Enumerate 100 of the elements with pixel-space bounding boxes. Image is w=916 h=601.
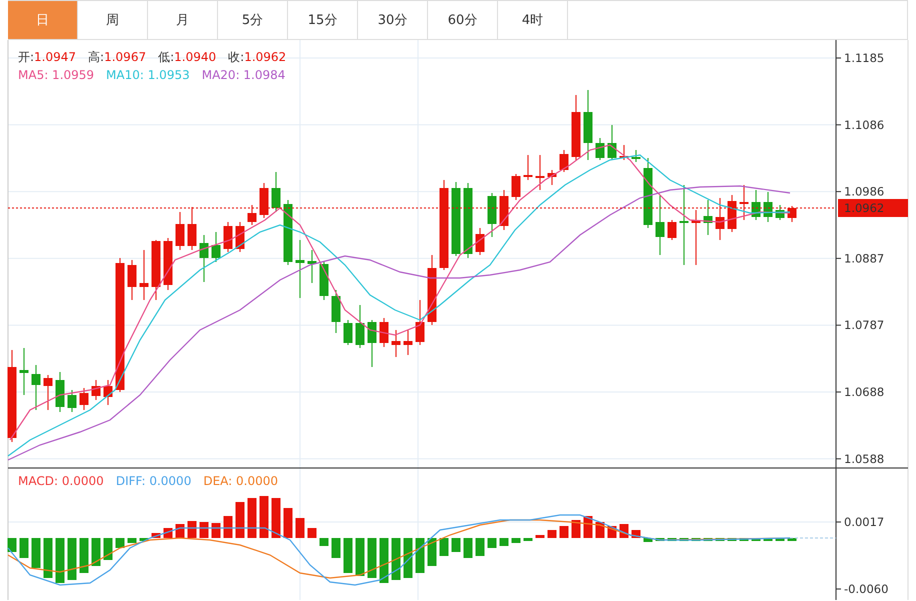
candlestick: [716, 198, 724, 240]
macd-bar: [644, 538, 652, 542]
macd-bar: [8, 538, 16, 552]
macd-bar: [668, 538, 676, 541]
macd-bar: [488, 538, 496, 548]
candlestick: [704, 200, 712, 236]
candlestick: [356, 304, 364, 348]
macd-bar: [140, 538, 148, 541]
period-tab[interactable]: 月: [148, 1, 218, 40]
candlestick: [140, 250, 148, 300]
candlestick: [608, 124, 616, 160]
candlestick: [536, 154, 544, 190]
candlestick: [692, 210, 700, 266]
candlestick: [320, 262, 328, 300]
period-tab[interactable]: 周: [78, 1, 148, 40]
candlestick: [560, 150, 568, 172]
macd-bar: [200, 522, 208, 538]
macd-bar: [104, 538, 112, 560]
candlestick: [308, 250, 316, 284]
macd-bar: [272, 498, 280, 538]
candlestick: [404, 330, 412, 356]
candlestick: [284, 200, 292, 266]
macd-bar: [476, 538, 484, 556]
macd-bar: [32, 538, 40, 568]
candlestick: [128, 260, 136, 300]
candlestick: [788, 206, 796, 222]
candlestick: [500, 190, 508, 230]
candlestick: [380, 318, 388, 348]
macd-bar: [44, 538, 52, 578]
candlestick: [260, 182, 268, 218]
quote-label: 高:: [88, 50, 104, 64]
candlestick: [152, 240, 160, 300]
macd-bar: [740, 538, 748, 541]
period-tab[interactable]: 60分: [428, 1, 498, 40]
quote-label: 低:: [158, 50, 174, 64]
macd-bar: [392, 538, 400, 580]
macd-bar: [248, 498, 256, 538]
quote-value: 1.0947: [34, 50, 76, 64]
macd-bar: [320, 538, 328, 546]
macd-bar: [464, 538, 472, 558]
macd-bar: [80, 538, 88, 573]
candlestick: [644, 158, 652, 228]
moving-average-value: MA5: 1.0959: [18, 67, 94, 84]
macd-bar: [116, 538, 124, 548]
macd-bar: [176, 524, 184, 538]
macd-bar: [788, 538, 796, 541]
candlestick: [368, 320, 376, 368]
macd-bar: [560, 526, 568, 538]
period-tab[interactable]: 4时: [498, 1, 568, 40]
price-axis-label: 1.0986: [844, 184, 884, 199]
candlestick: [596, 138, 604, 160]
macd-bar: [416, 538, 424, 573]
macd-bar: [572, 520, 580, 538]
candlestick: [524, 154, 532, 180]
macd-bar: [368, 538, 376, 578]
candlestick: [668, 220, 676, 240]
candlestick: [272, 172, 280, 212]
candlestick: [104, 380, 112, 406]
macd-bar: [440, 538, 448, 556]
candlestick: [344, 320, 352, 346]
macd-bar: [68, 538, 76, 580]
macd-bar: [404, 538, 412, 578]
candlestick: [44, 374, 52, 410]
candlestick: [32, 364, 40, 410]
price-axis-label: 1.0787: [844, 318, 884, 332]
candlestick: [476, 228, 484, 256]
macd-bar: [296, 518, 304, 538]
candlestick: [512, 174, 520, 200]
macd-bar: [260, 496, 268, 538]
macd-bar: [728, 538, 736, 541]
macd-bar: [128, 538, 136, 543]
candlestick: [584, 90, 592, 160]
macd-bar: [704, 538, 712, 541]
period-tab[interactable]: 30分: [358, 1, 428, 40]
macd-bar: [188, 521, 196, 538]
moving-average-value: MA20: 1.0984: [202, 67, 286, 84]
candlestick: [428, 254, 436, 326]
macd-bar: [56, 538, 64, 583]
candlestick: [416, 300, 424, 346]
macd-bar: [332, 538, 340, 558]
candlestick: [740, 184, 748, 220]
macd-bar: [20, 538, 28, 558]
candlestick: [656, 194, 664, 256]
macd-bar: [764, 538, 772, 541]
quote-value: 1.0967: [104, 50, 146, 64]
candlestick: [92, 380, 100, 400]
candlestick: [56, 372, 64, 412]
candlestick: [80, 388, 88, 410]
price-axis-label: 1.0887: [844, 251, 884, 266]
macd-bar: [452, 538, 460, 552]
macd-bar: [428, 538, 436, 566]
candlestick: [212, 232, 220, 262]
period-tab[interactable]: 15分: [288, 1, 358, 40]
period-tab[interactable]: 5分: [218, 1, 288, 40]
candlestick: [224, 222, 232, 252]
macd-bar: [356, 538, 364, 576]
candlestick: [392, 330, 400, 358]
quote-label: 收:: [228, 50, 244, 64]
candlestick: [248, 204, 256, 226]
price-axis-label: 1.0688: [844, 385, 884, 399]
